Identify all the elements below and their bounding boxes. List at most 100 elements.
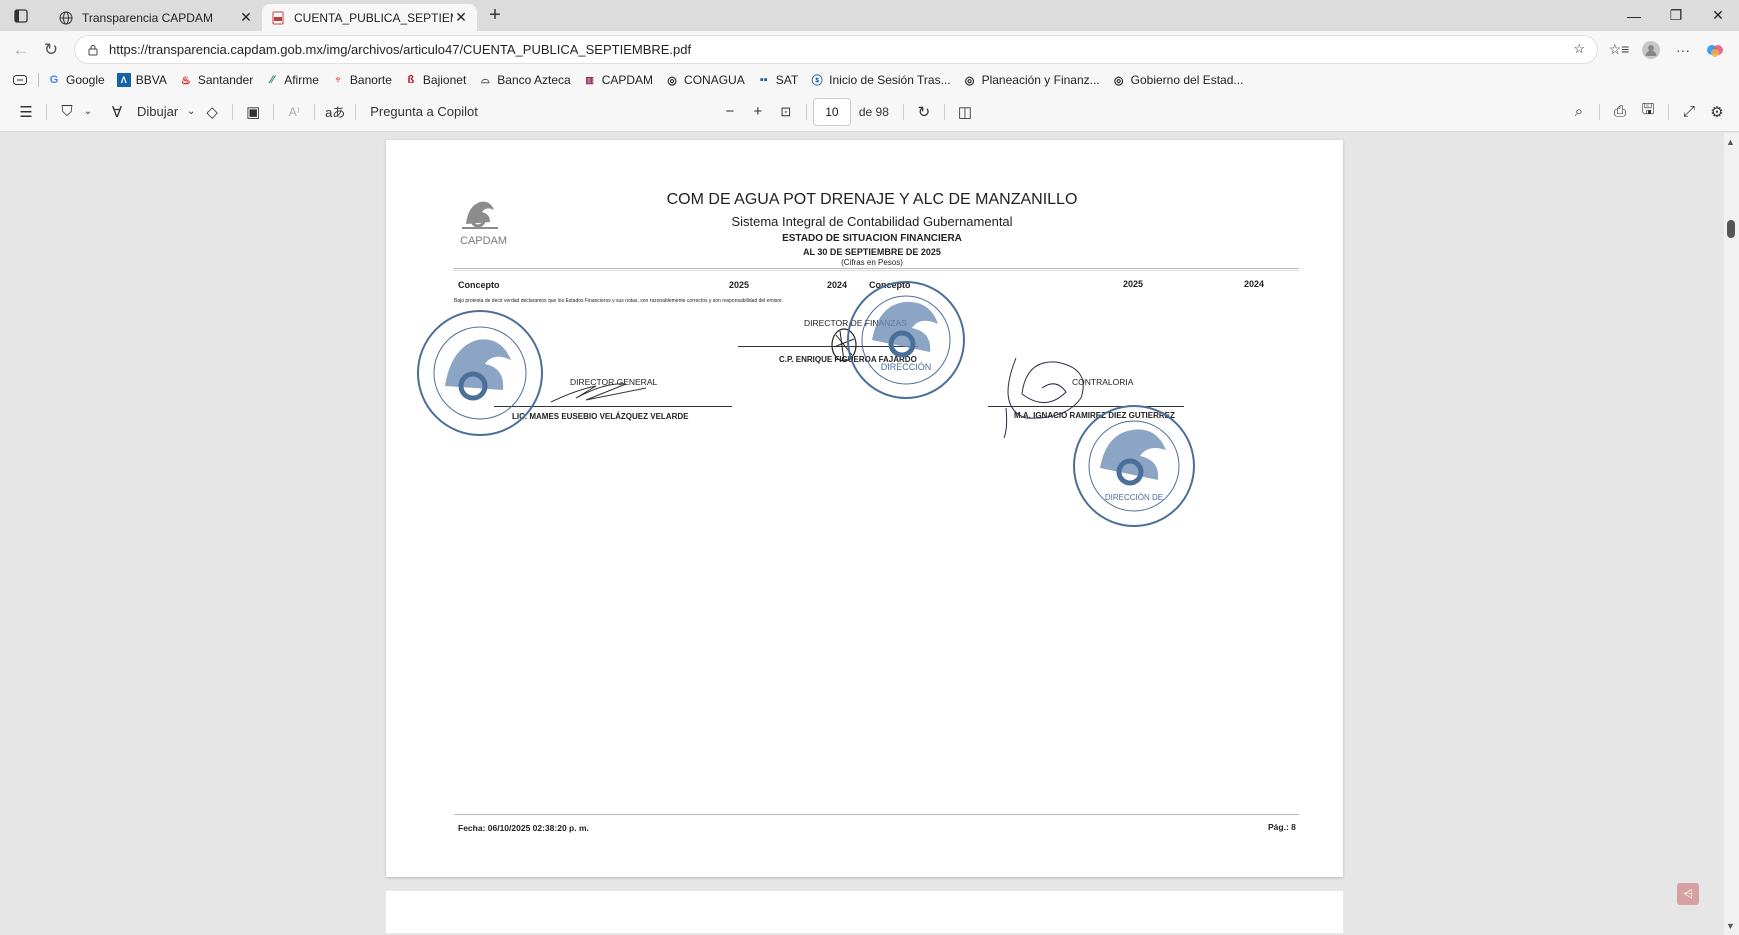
svg-text:DIRECCIÓN: DIRECCIÓN [881, 362, 932, 372]
chevron-down-icon[interactable]: ⌄ [81, 98, 95, 126]
footer-page: Pág.: 8 [1268, 822, 1296, 832]
contents-icon[interactable]: ☰ [12, 98, 40, 126]
tab-actions-icon[interactable] [10, 5, 32, 27]
globe-icon: ◎ [667, 74, 677, 87]
zoom-out-icon[interactable]: − [716, 98, 744, 126]
scroll-down-icon[interactable]: ▼ [1726, 921, 1735, 931]
acrobat-icon[interactable]: ⩤ [1677, 883, 1699, 905]
fav-inicio-sesion[interactable]: ⓢ Inicio de Sesión Tras... [810, 73, 951, 87]
tab-title: CUENTA_PUBLICA_SEPTIEMBRE.p [294, 10, 453, 25]
fav-capdam[interactable]: ▥ CAPDAM [583, 73, 653, 87]
globe-icon: ◎ [964, 74, 975, 87]
settings-icon[interactable]: ⚙ [1703, 98, 1731, 126]
svg-text:DIRECCIÓN DE: DIRECCIÓN DE [1105, 493, 1163, 502]
fav-sat[interactable]: ▪▪ SAT [757, 73, 798, 87]
print-icon[interactable]: ⎙ [1606, 98, 1634, 126]
fav-gobierno[interactable]: ◎ Gobierno del Estad... [1112, 73, 1244, 87]
read-aloud-icon[interactable]: A⁾ [280, 98, 308, 126]
window-controls: — ❐ ✕ [1613, 0, 1739, 31]
disclaimer-text: Bajo protesta de decir verdad declaramos… [454, 298, 783, 304]
zoom-in-icon[interactable]: + [744, 98, 772, 126]
pdf-viewer[interactable]: CAPDAM COM DE AGUA POT DRENAJE Y ALC DE … [5, 133, 1724, 933]
fav-google[interactable]: G Google [47, 73, 105, 87]
azteca-icon: ⌓ [480, 73, 490, 86]
copilot-icon[interactable] [1699, 35, 1731, 64]
rotate-icon[interactable]: ↻ [910, 98, 938, 126]
report-units: (Cifras en Pesos) [841, 258, 903, 267]
new-tab-button[interactable]: + [483, 4, 507, 28]
sat-icon: ▪▪ [759, 74, 768, 86]
pdf-page: CAPDAM COM DE AGUA POT DRENAJE Y ALC DE … [386, 140, 1343, 877]
fav-banco-azteca[interactable]: ⌓ Banco Azteca [478, 73, 571, 87]
more-icon[interactable]: ··· [1667, 35, 1699, 64]
page-number-input[interactable]: 10 [812, 97, 851, 126]
footer-date: Fecha: 06/10/2025 02:38:20 p. m. [458, 823, 589, 833]
fav-planeacion[interactable]: ◎ Planeación y Finanz... [963, 73, 1100, 87]
stamp-direccion-general [417, 310, 543, 436]
fav-bbva[interactable]: Λ BBVA [116, 73, 167, 87]
santander-icon: ♨ [180, 74, 191, 87]
text-box-icon[interactable]: ▣ [239, 98, 267, 126]
stamp-contraloria: DIRECCIÓN DE [1073, 405, 1195, 527]
browser-actions: ☆≡ ··· [1603, 35, 1731, 64]
google-icon: G [49, 74, 59, 86]
globe-icon: ◎ [1113, 74, 1124, 87]
close-icon[interactable]: ✕ [453, 9, 469, 26]
column-header: 2025 [1123, 279, 1144, 289]
favorite-star-icon[interactable]: ☆ [1573, 41, 1585, 57]
fav-banorte[interactable]: ♆ Banorte [331, 73, 392, 87]
close-icon[interactable]: ✕ [238, 9, 254, 26]
search-icon[interactable]: ⌕ [1565, 98, 1593, 126]
eraser-icon[interactable]: ◇ [198, 98, 226, 126]
fullscreen-icon[interactable]: ⤢ [1675, 98, 1703, 126]
column-header: Concepto [458, 280, 500, 290]
url-text: https://transparencia.capdam.gob.mx/img/… [109, 42, 692, 57]
draw-button[interactable]: Dibujar [131, 98, 184, 126]
pdf-page-next [386, 891, 1343, 933]
address-bar[interactable]: https://transparencia.capdam.gob.mx/img/… [74, 35, 1598, 64]
scroll-thumb[interactable] [1727, 220, 1735, 238]
capdam-icon: ▥ [585, 74, 594, 85]
close-window-icon[interactable]: ✕ [1697, 0, 1739, 31]
back-button[interactable]: ← [6, 35, 36, 65]
favorites-bar: G Google Λ BBVA ♨ Santander ∕∕ Afirme ♆ Banor… [0, 68, 1739, 92]
favorites-folder-icon[interactable] [10, 75, 30, 85]
tab-transparencia[interactable]: Transparencia CAPDAM ✕ [50, 4, 262, 31]
address-row: ← ↻ https://transparencia.capdam.gob.mx/… [0, 31, 1739, 68]
tab-bar: Transparencia CAPDAM ✕ CUENTA_PUBLICA_SE… [0, 0, 1739, 31]
draw-icon[interactable]: ∀ [103, 98, 131, 126]
fav-bajionet[interactable]: ß Bajionet [404, 73, 467, 87]
scroll-up-icon[interactable]: ▲ [1726, 137, 1735, 147]
column-header: 2025 [729, 280, 750, 290]
restore-icon[interactable]: ❐ [1655, 0, 1697, 31]
translate-icon[interactable]: aあ [321, 98, 349, 126]
banorte-icon: ♆ [333, 74, 343, 86]
stamp-direccion-finanzas: DIRECCIÓN [847, 281, 965, 399]
vertical-scrollbar[interactable]: ▲ ▼ [1724, 133, 1739, 935]
fav-santander[interactable]: ♨ Santander [179, 73, 253, 87]
document-title: COM DE AGUA POT DRENAJE Y ALC DE MANZANI… [666, 191, 1078, 208]
favorites-icon[interactable]: ☆≡ [1603, 35, 1635, 64]
document-subtitle: Sistema Integral de Contabilidad Guberna… [731, 214, 1013, 229]
fav-afirme[interactable]: ∕∕ Afirme [265, 73, 319, 87]
fav-conagua[interactable]: ◎ CONAGUA [665, 73, 745, 87]
bbva-icon: Λ [116, 73, 131, 87]
copilot-ask-button[interactable]: Pregunta a Copilot [362, 98, 486, 126]
tab-pdf[interactable]: CUENTA_PUBLICA_SEPTIEMBRE.p ✕ [262, 4, 477, 31]
page-view-icon[interactable]: ◫ [951, 98, 979, 126]
save-icon[interactable]: 🖫 [1634, 98, 1662, 126]
minimize-icon[interactable]: — [1613, 0, 1655, 31]
highlight-icon[interactable]: ⛉ [53, 98, 81, 126]
bajionet-icon: ß [407, 74, 415, 86]
profile-icon[interactable] [1635, 35, 1667, 64]
report-name: ESTADO DE SITUACION FINANCIERA [782, 233, 962, 244]
refresh-button[interactable]: ↻ [36, 35, 66, 65]
report-date: AL 30 DE SEPTIEMBRE DE 2025 [803, 247, 941, 257]
chevron-down-icon[interactable]: ⌄ [184, 98, 198, 126]
page-total: de 98 [858, 104, 889, 119]
tab-title: Transparencia CAPDAM [82, 10, 213, 25]
pdf-icon [270, 10, 286, 26]
lock-icon[interactable] [85, 44, 101, 56]
fit-page-icon[interactable]: ⊡ [772, 98, 800, 126]
afirme-icon: ∕∕ [270, 74, 275, 86]
